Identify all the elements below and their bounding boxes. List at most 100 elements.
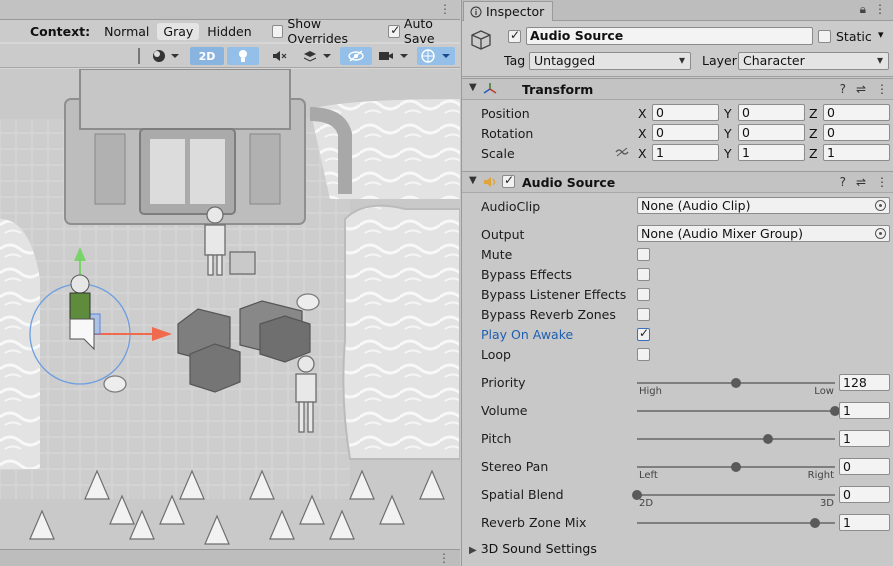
auto-save-toggle[interactable]: Auto Save (388, 16, 460, 46)
volume-slider[interactable] (637, 406, 840, 416)
effects-dropdown[interactable] (298, 47, 336, 65)
loop-label: Loop (481, 347, 511, 362)
preset-icon[interactable]: ⇌ (856, 175, 866, 189)
show-overrides-toggle[interactable]: Show Overrides (271, 16, 375, 46)
reverb-zone-mix-slider-thumb[interactable] (810, 518, 821, 528)
gameobject-cube-icon (471, 30, 491, 50)
stereo-pan-right-label: Right (807, 470, 834, 481)
object-picker-icon[interactable] (875, 228, 886, 239)
reverb-zone-mix-field[interactable]: 1 (839, 514, 890, 531)
position-z-field[interactable]: 0 (823, 104, 890, 121)
spatial-blend-field[interactable]: 0 (839, 486, 890, 503)
position-x-label[interactable]: X (638, 106, 647, 121)
object-picker-icon[interactable] (875, 200, 886, 211)
scene-viewport[interactable] (0, 69, 460, 549)
stereo-pan-field[interactable]: 0 (839, 458, 890, 475)
constrain-proportions-icon[interactable] (615, 147, 629, 157)
context-normal-button[interactable]: Normal (98, 23, 155, 40)
3d-sound-settings-foldout[interactable]: ▶ 3D Sound Settings (469, 541, 597, 556)
scale-label: Scale (481, 146, 515, 161)
foldout-arrow-icon[interactable]: ▼ (469, 175, 477, 186)
scale-x-field[interactable]: 1 (652, 144, 719, 161)
transform-header[interactable]: ▼ Transform ? ⇌ ⋮ (462, 78, 893, 100)
layer-label: Layer (702, 53, 737, 68)
static-dropdown-icon[interactable]: ▾ (878, 28, 884, 41)
rotation-x-field[interactable]: 0 (652, 124, 719, 141)
position-y-field[interactable]: 0 (738, 104, 805, 121)
gameobject-name-field[interactable]: Audio Source (526, 27, 813, 45)
priority-field[interactable]: 128 (839, 374, 890, 391)
volume-field[interactable]: 1 (839, 402, 890, 419)
help-icon[interactable]: ? (840, 82, 846, 96)
scene-toolbar: 2D (0, 44, 460, 68)
audio-source-header[interactable]: ▼ Audio Source ? ⇌ ⋮ (462, 171, 893, 193)
shading-mode-dropdown[interactable] (147, 47, 185, 65)
lock-icon[interactable]: 🔒︎ (860, 2, 866, 17)
inspector-menu-icon[interactable]: ⋮ (874, 2, 886, 17)
2d-mode-button[interactable]: 2D (190, 47, 224, 65)
prefab-context-bar: Context: Normal Gray Hidden Show Overrid… (0, 16, 460, 46)
inspector-tab[interactable]: Inspector (463, 1, 553, 21)
output-label: Output (481, 227, 525, 242)
bottom-menu-icon[interactable]: ⋮ (438, 551, 450, 565)
3d-sound-settings-label: 3D Sound Settings (480, 541, 597, 556)
auto-save-checkbox[interactable] (388, 23, 400, 38)
position-x-field[interactable]: 0 (652, 104, 719, 121)
scene-bottom-strip: ⋮ (0, 549, 460, 566)
camera-dropdown[interactable] (375, 47, 413, 65)
scale-y-label[interactable]: Y (724, 146, 732, 161)
gizmos-dropdown[interactable] (417, 47, 455, 65)
priority-low-label: Low (814, 386, 834, 397)
scene-visibility-toggle[interactable] (340, 47, 372, 65)
lightbulb-icon (239, 50, 247, 62)
mute-checkbox[interactable] (637, 248, 650, 261)
play-on-awake-checkbox[interactable] (637, 326, 650, 341)
rotation-label: Rotation (481, 126, 534, 141)
position-y-label[interactable]: Y (724, 106, 732, 121)
audio-toggle[interactable] (263, 47, 295, 65)
preset-icon[interactable]: ⇌ (856, 82, 866, 96)
scale-z-field[interactable]: 1 (823, 144, 890, 161)
foldout-arrow-icon[interactable]: ▼ (469, 82, 477, 93)
component-menu-icon[interactable]: ⋮ (876, 82, 888, 96)
gameobject-active-checkbox[interactable] (508, 28, 521, 43)
position-label: Position (481, 106, 530, 121)
scene-canvas[interactable] (0, 69, 460, 549)
rotation-y-field[interactable]: 0 (738, 124, 805, 141)
loop-checkbox[interactable] (637, 348, 650, 361)
rotation-x-label[interactable]: X (638, 126, 647, 141)
static-checkbox[interactable] (818, 30, 831, 43)
effects-layers-icon (303, 51, 331, 62)
scale-y-field[interactable]: 1 (738, 144, 805, 161)
foldout-closed-arrow-icon[interactable]: ▶ (469, 545, 477, 556)
show-overrides-checkbox[interactable] (271, 24, 284, 38)
context-hidden-button[interactable]: Hidden (201, 23, 257, 40)
rotation-z-label[interactable]: Z (809, 126, 818, 141)
priority-slider[interactable] (637, 378, 835, 388)
audio-source-enabled-checkbox[interactable] (502, 173, 515, 188)
output-value: None (Audio Mixer Group) (641, 226, 803, 241)
lighting-toggle[interactable] (227, 47, 259, 65)
scale-x-label[interactable]: X (638, 146, 647, 161)
context-gray-button[interactable]: Gray (157, 22, 200, 40)
position-z-label[interactable]: Z (809, 106, 818, 121)
scene-menu-icon[interactable]: ⋮ (439, 2, 451, 16)
bypass-listener-effects-checkbox[interactable] (637, 288, 650, 301)
scale-z-label[interactable]: Z (809, 146, 818, 161)
tag-dropdown[interactable]: Untagged (529, 52, 691, 70)
pitch-slider[interactable] (637, 434, 835, 444)
output-field[interactable]: None (Audio Mixer Group) (637, 225, 890, 242)
spatial-blend-slider[interactable] (632, 490, 835, 500)
stereo-pan-slider[interactable] (637, 462, 835, 472)
pitch-field[interactable]: 1 (839, 430, 890, 447)
bypass-effects-checkbox[interactable] (637, 268, 650, 281)
audioclip-field[interactable]: None (Audio Clip) (637, 197, 890, 214)
layer-dropdown[interactable]: Character (738, 52, 889, 70)
rotation-y-label[interactable]: Y (724, 126, 732, 141)
component-menu-icon[interactable]: ⋮ (876, 175, 888, 189)
pitch-slider-thumb[interactable] (762, 434, 773, 444)
help-icon[interactable]: ? (840, 175, 846, 189)
rotation-z-field[interactable]: 0 (823, 124, 890, 141)
reverb-zone-mix-slider[interactable] (637, 518, 835, 528)
bypass-reverb-zones-checkbox[interactable] (637, 308, 650, 321)
